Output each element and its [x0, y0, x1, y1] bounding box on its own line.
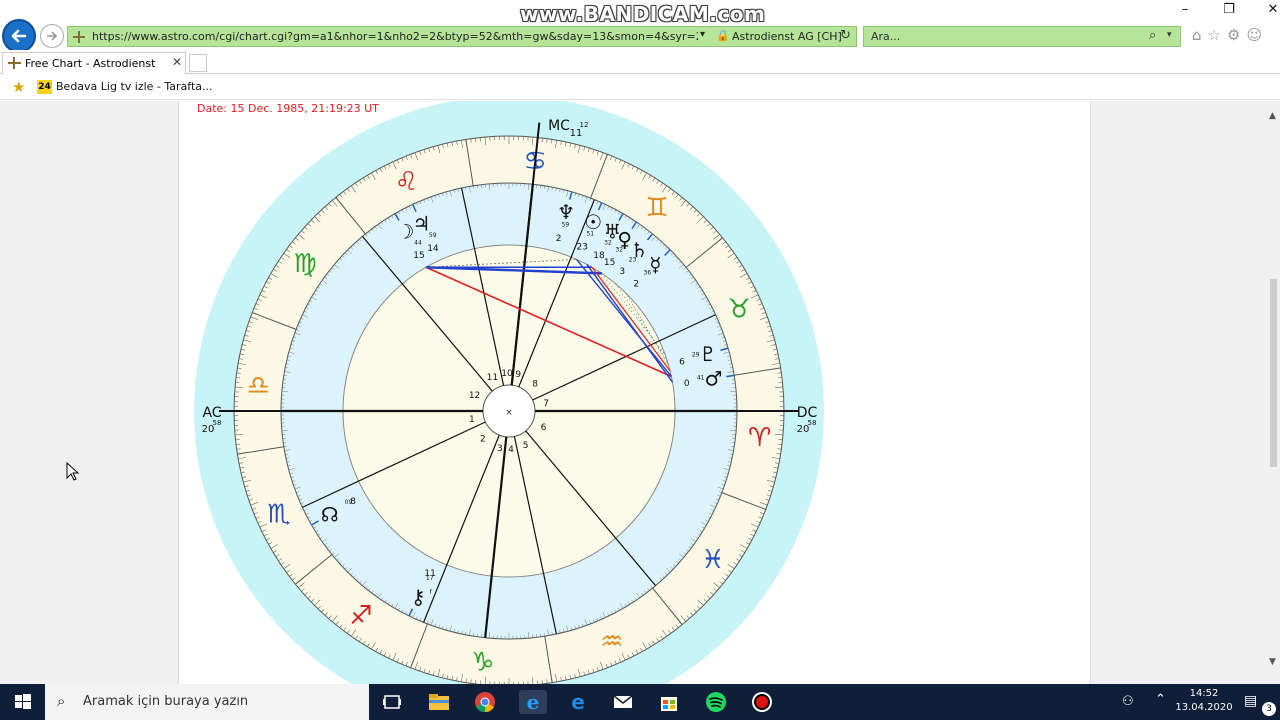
house-number: 11 [487, 373, 498, 383]
zodiac-glyph-aquarius: ♒ [600, 627, 623, 657]
planet-degree: 15 [413, 251, 424, 261]
svg-text:e: e [527, 690, 540, 714]
ac-minute: 58 [213, 419, 222, 427]
zodiac-glyph-scorpio: ♏ [267, 500, 290, 530]
planet-degree: 15 [604, 258, 615, 268]
planet-minute: 23 [629, 256, 637, 263]
clock-date: 13.04.2020 [1175, 701, 1233, 715]
natal-chart-wheel: ♑♐♏♎♍♌♋♊♉♈♓♒123456789101112×MC1112AC2058… [0, 0, 1280, 684]
taskbar-clock[interactable]: 14:52 13.04.2020 [1175, 687, 1233, 715]
planet-minute: 51 [586, 230, 594, 237]
zodiac-glyph-capricorn: ♑ [471, 648, 494, 678]
house-number: 2 [480, 435, 486, 445]
store-icon[interactable] [657, 690, 681, 714]
planet-glyph-chiron: ⚷ [411, 585, 426, 609]
scroll-down-icon[interactable]: ▼ [1269, 657, 1276, 667]
spotify-icon[interactable] [704, 690, 728, 714]
house-number: 8 [532, 379, 538, 389]
mc-label: MC [548, 118, 570, 134]
zodiac-glyph-gemini: ♊ [645, 193, 668, 223]
mail-icon[interactable] [611, 690, 635, 714]
planet-glyph-pluto: ♇ [699, 342, 717, 366]
zodiac-glyph-libra: ♎ [247, 371, 270, 401]
dc-minute: 58 [808, 419, 817, 427]
zodiac-glyph-virgo: ♍ [293, 249, 316, 279]
taskbar-search-placeholder: Aramak için buraya yazın [83, 694, 248, 709]
house-number: 1 [469, 415, 475, 425]
taskbar-search[interactable]: ⌕ Aramak için buraya yazın [45, 684, 369, 720]
scroll-thumb[interactable] [1270, 279, 1277, 467]
planet-minute: 59 [429, 232, 437, 239]
svg-text:e: e [571, 690, 585, 714]
chiron-retrograde: r [429, 588, 432, 596]
taskbar-search-icon: ⌕ [57, 692, 65, 710]
start-button[interactable] [0, 684, 45, 720]
mc-minute: 12 [580, 121, 589, 129]
planet-minute: 32 [604, 239, 612, 246]
house-number: 10 [501, 369, 513, 379]
vertical-scrollbar[interactable]: ▲ ▼ [1266, 101, 1280, 684]
planet-minute: 09 [345, 499, 353, 506]
house-number: 3 [497, 444, 503, 454]
chrome-icon[interactable] [473, 690, 497, 714]
house-number: 6 [541, 423, 547, 433]
file-explorer-icon[interactable] [427, 690, 451, 714]
house-number: 12 [469, 391, 480, 401]
zodiac-glyph-sagittarius: ♐ [349, 601, 372, 631]
planet-minute: 36 [644, 270, 652, 277]
windows-taskbar: ⌕ Aramak için buraya yazın e e ⚇ ⌃ 14:52… [0, 684, 1280, 720]
internet-explorer-icon[interactable]: e [519, 690, 547, 714]
planet-degree: 14 [427, 244, 439, 254]
scroll-up-icon[interactable]: ▲ [1269, 111, 1276, 121]
notification-center-icon[interactable]: ▤ [1244, 693, 1257, 709]
house-number: 4 [508, 445, 514, 455]
tray-expand-icon[interactable]: ⌃ [1155, 692, 1166, 707]
planet-degree: 3 [619, 267, 625, 277]
people-icon[interactable]: ⚇ [1122, 694, 1134, 709]
edge-icon[interactable]: e [566, 690, 590, 714]
planet-glyph-node: ☊ [321, 503, 339, 527]
planet-minute: 32 [615, 246, 623, 253]
house-number: 5 [523, 441, 529, 451]
center-mark: × [505, 408, 513, 418]
windows-logo-icon [0, 684, 45, 720]
planet-glyph-mars: ♂ [704, 367, 722, 391]
zodiac-glyph-pisces: ♓ [701, 545, 724, 575]
zodiac-glyph-leo: ♌ [395, 167, 418, 197]
planet-degree: 6 [679, 357, 685, 367]
planet-degree: 2 [556, 234, 562, 244]
clock-time: 14:52 [1175, 687, 1233, 701]
mouse-cursor-icon [66, 462, 80, 482]
notification-count-badge: 3 [1262, 702, 1276, 716]
planet-minute: 59 [562, 221, 570, 228]
planet-degree: 2 [633, 280, 639, 290]
house-number: 7 [543, 399, 549, 409]
planet-degree: 0 [684, 379, 690, 389]
zodiac-glyph-taurus: ♉ [728, 294, 751, 324]
planet-minute: 44 [414, 239, 422, 246]
planet-degree: 23 [576, 243, 587, 253]
zodiac-glyph-aries: ♈ [748, 423, 771, 453]
planet-minute: 29 [692, 352, 700, 359]
planet-glyph-jupiter: ♃ [413, 211, 431, 235]
bandicam-icon[interactable] [750, 690, 774, 714]
planet-minute: 17 [426, 575, 434, 582]
house-number: 9 [515, 370, 521, 380]
task-view-icon[interactable] [380, 690, 404, 714]
planet-minute: 41 [697, 374, 705, 381]
mc-degree: 11 [570, 128, 583, 139]
